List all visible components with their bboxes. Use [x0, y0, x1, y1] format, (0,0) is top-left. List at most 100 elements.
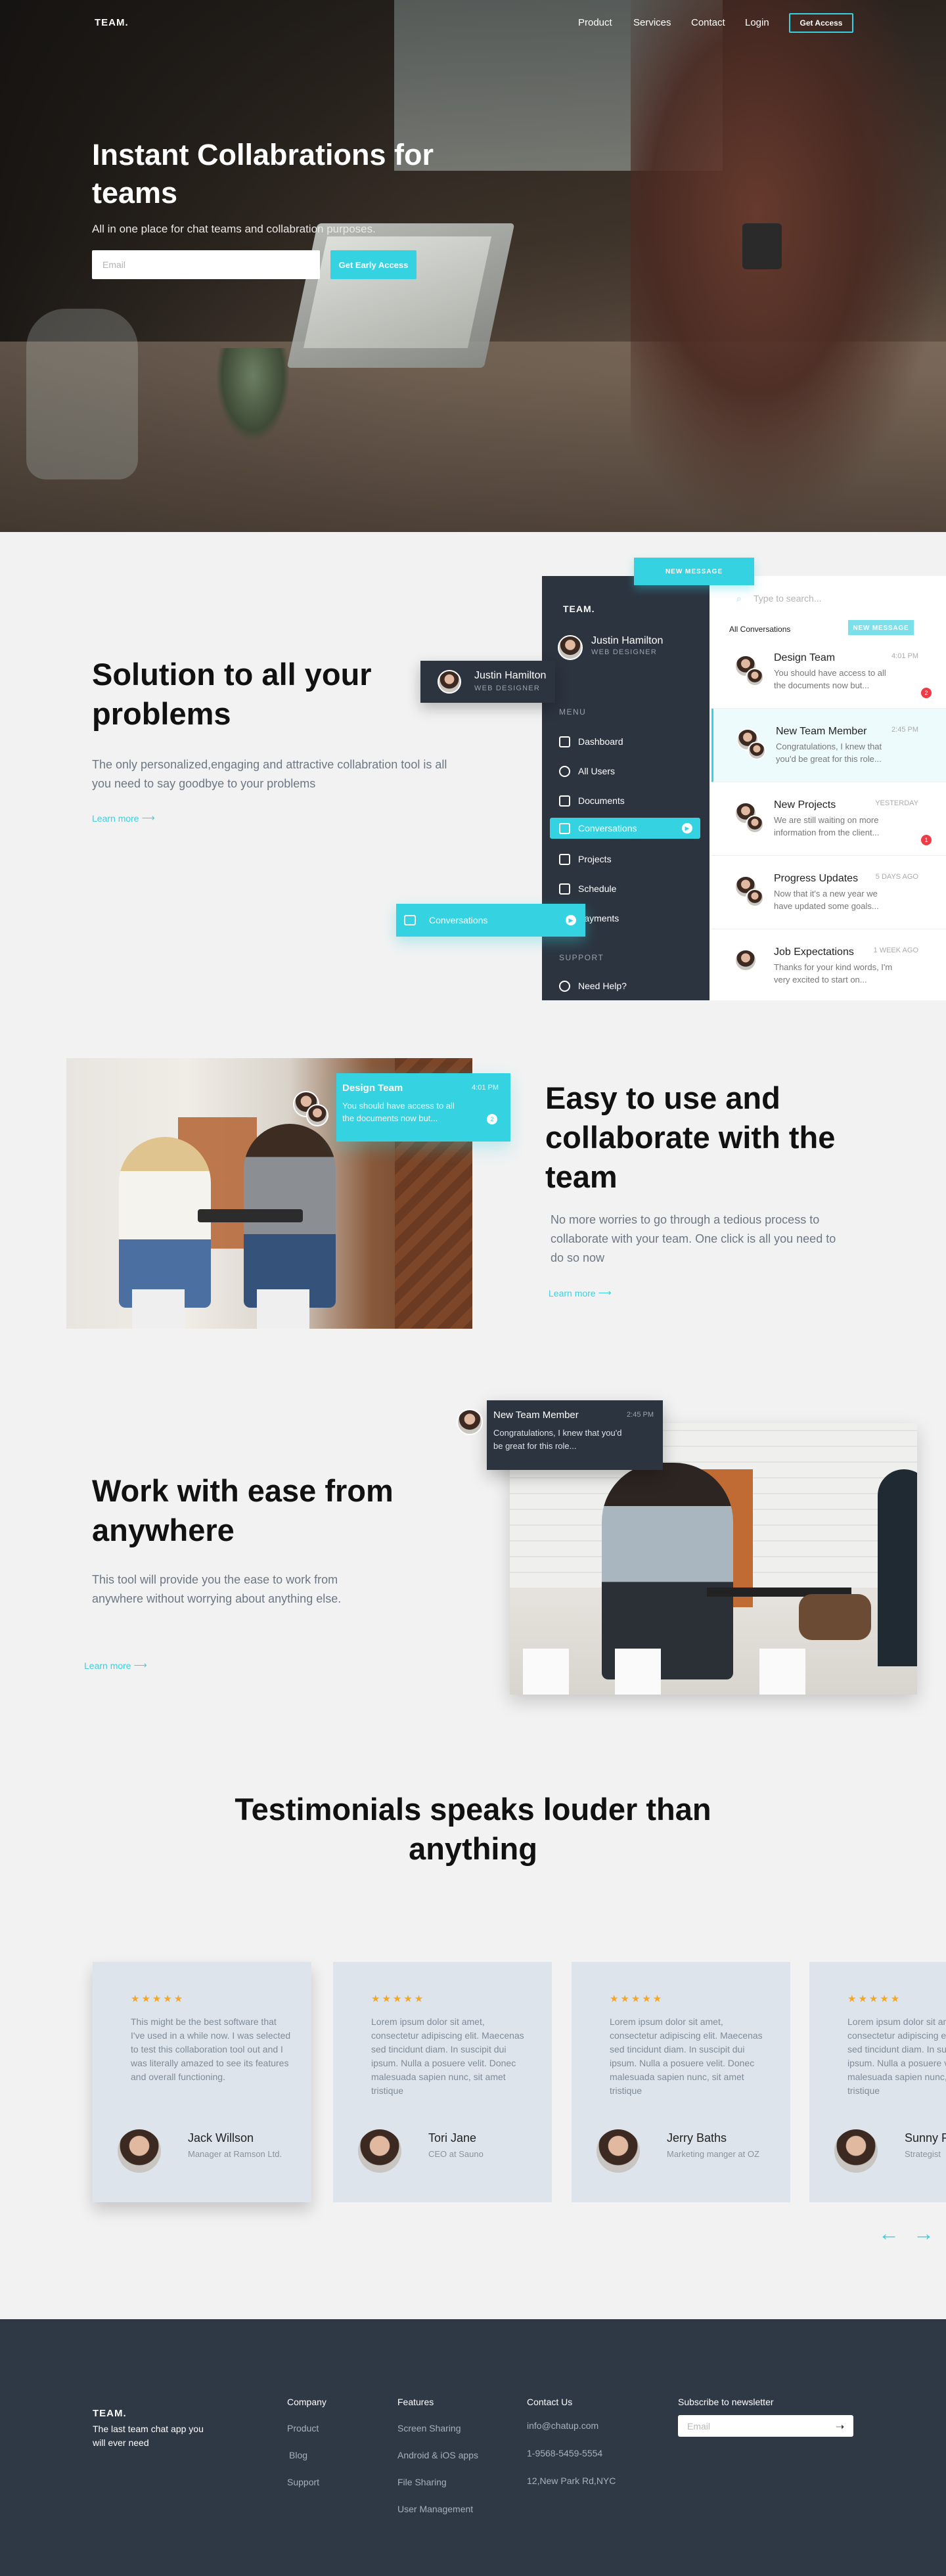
footer-heading-contact: Contact Us — [527, 2397, 573, 2407]
anywhere-learn-more[interactable]: Learn more ⟶ — [84, 1660, 147, 1671]
nav-item-contact[interactable]: Contact — [691, 17, 725, 28]
avatar — [834, 2129, 878, 2173]
photo-stool — [523, 1649, 569, 1695]
footer-link-blog[interactable]: Blog — [289, 2450, 307, 2460]
easy-text: No more worries to go through a tedious … — [551, 1213, 836, 1264]
document-icon — [559, 795, 570, 807]
arrow-right-icon[interactable]: → — [913, 2223, 934, 2244]
testimonial-role: Strategist — [905, 2149, 941, 2159]
footer-link-support[interactable]: Support — [287, 2477, 319, 2487]
footer-contact-email[interactable]: info@chatup.com — [527, 2420, 598, 2431]
unread-badge: 2 — [487, 1114, 497, 1124]
app-search-input[interactable]: Type to search... — [754, 593, 822, 604]
conversation-item[interactable]: New Team Member 2:45 PM Congratulations,… — [711, 709, 946, 782]
chat-icon — [404, 915, 416, 925]
solution-title: Solution to all your problems — [92, 657, 372, 731]
menu-item-schedule[interactable]: Schedule — [559, 878, 710, 899]
menu-item-need-help[interactable]: Need Help? — [559, 975, 710, 996]
footer-contact-address: 12,New Park Rd,NYC — [527, 2476, 616, 2486]
photo-stool — [615, 1649, 661, 1695]
hero-email-input[interactable]: Email — [92, 250, 320, 279]
avatar — [597, 2129, 640, 2173]
menu-item-conversations[interactable]: Conversations ▶ — [550, 818, 700, 839]
hero-bg-person — [631, 0, 946, 532]
testimonials-title: Testimonials speaks louder than anything — [235, 1792, 711, 1866]
solution-learn-more[interactable]: Learn more ⟶ — [92, 812, 155, 824]
arrow-left-icon[interactable]: ← — [878, 2223, 899, 2244]
nav-item-login[interactable]: Login — [745, 17, 769, 28]
conversation-title: New Projects — [774, 799, 836, 811]
easy-title: Easy to use and collaborate with the tea… — [545, 1080, 836, 1194]
send-arrow-icon[interactable]: ➝ — [836, 2420, 844, 2433]
avatar — [746, 668, 764, 686]
footer-contact-phone: 1-9568-5459-5554 — [527, 2448, 603, 2458]
footer-logo[interactable]: TEAM. — [93, 2408, 127, 2419]
footer-tagline: The last team chat app you will ever nee… — [93, 2424, 204, 2448]
hero-bg-vase — [26, 309, 138, 479]
anywhere-title: Work with ease from anywhere — [92, 1473, 394, 1547]
unread-badge: 1 — [921, 835, 932, 845]
tab-all-conversations[interactable]: All Conversations — [729, 625, 790, 634]
hero-subtitle: All in one place for chat teams and coll… — [92, 223, 376, 235]
menu-label: Need Help? — [578, 981, 627, 991]
chevron-right-icon: ▶ — [566, 915, 576, 925]
conversation-item[interactable]: New Projects YESTERDAY We are still wait… — [711, 782, 946, 856]
testimonial-role: Marketing manger at OZ — [667, 2149, 759, 2159]
footer-link-file-sharing[interactable]: File Sharing — [397, 2477, 447, 2487]
conversation-time: YESTERDAY — [875, 799, 918, 807]
nav-item-services[interactable]: Services — [633, 17, 671, 28]
footer-link-user-management[interactable]: User Management — [397, 2504, 473, 2514]
new-message-button[interactable]: NEW MESSAGE — [634, 558, 754, 585]
footer-heading-newsletter: Subscribe to newsletter — [678, 2397, 774, 2407]
conversation-message: Now that it's a new year we have updated… — [774, 889, 879, 911]
chat-card-time: 2:45 PM — [627, 1411, 654, 1419]
testimonial-quote: Lorem ipsum dolor sit amet, consectetur … — [371, 2016, 524, 2096]
menu-label: Dashboard — [578, 736, 623, 747]
photo-person — [602, 1463, 733, 1679]
testimonial-card: ★★★★★ Lorem ipsum dolor sit amet, consec… — [333, 1962, 552, 2202]
conversation-item[interactable]: Job Expectations 1 WEEK AGO Thanks for y… — [711, 929, 946, 1000]
menu-heading: MENU — [559, 707, 587, 717]
conversation-time: 2:45 PM — [891, 726, 918, 734]
footer-link-apps[interactable]: Android & iOS apps — [397, 2450, 478, 2460]
learn-more-label: Learn more — [549, 1287, 596, 1299]
menu-item-documents[interactable]: Documents — [559, 790, 710, 811]
testimonial-quote: This might be the best software that I'v… — [131, 2016, 291, 2082]
menu-label: Projects — [578, 854, 612, 864]
conversation-item[interactable]: Design Team 4:01 PM You should have acce… — [711, 635, 946, 709]
avatar — [734, 949, 757, 971]
easy-learn-more[interactable]: Learn more ⟶ — [549, 1287, 612, 1299]
floating-conversations-item[interactable]: Conversations ▶ — [396, 904, 585, 937]
photo-stool — [132, 1289, 185, 1329]
photo-stool — [257, 1289, 309, 1329]
menu-item-all-users[interactable]: All Users — [559, 761, 710, 782]
footer-link-product[interactable]: Product — [287, 2423, 319, 2433]
nav-item-product[interactable]: Product — [578, 17, 612, 28]
photo-stool — [759, 1649, 805, 1695]
app-sidebar: TEAM. Justin Hamilton WEB DESIGNER MENU … — [542, 576, 710, 1000]
support-heading: SUPPORT — [559, 953, 604, 962]
get-early-access-button[interactable]: Get Early Access — [330, 250, 417, 279]
user-icon — [559, 765, 570, 777]
app-logo: TEAM. — [563, 604, 595, 614]
newsletter-email-input[interactable]: Email — [678, 2415, 853, 2437]
chat-card-time: 4:01 PM — [472, 1084, 499, 1092]
avatar — [746, 815, 764, 833]
get-access-button[interactable]: Get Access — [789, 13, 853, 33]
design-team-chat-card[interactable]: Design Team 4:01 PM You should have acce… — [336, 1073, 510, 1142]
tab-new-message[interactable]: NEW MESSAGE — [848, 620, 914, 636]
testimonial-role: CEO at Sauno — [428, 2149, 484, 2159]
conversation-item[interactable]: Progress Updates 5 DAYS AGO Now that it'… — [711, 856, 946, 929]
menu-item-dashboard[interactable]: Dashboard — [559, 731, 710, 752]
chevron-right-icon: ▶ — [682, 823, 692, 833]
new-member-chat-card[interactable]: New Team Member 2:45 PM Congratulations,… — [487, 1400, 663, 1470]
conversation-time: 1 WEEK AGO — [873, 946, 918, 954]
conversation-message: We are still waiting on more information… — [774, 815, 880, 837]
star-rating: ★★★★★ — [610, 1993, 664, 2005]
hero-section: TEAM. Product Services Contact Login Get… — [0, 0, 946, 532]
testimonial-name: Sunny P — [905, 2131, 946, 2144]
nav-logo[interactable]: TEAM. — [95, 17, 129, 28]
menu-item-projects[interactable]: Projects — [559, 849, 710, 870]
conversation-message: Thanks for your kind words, I'm very exc… — [774, 962, 893, 985]
footer-link-screen-sharing[interactable]: Screen Sharing — [397, 2423, 461, 2433]
